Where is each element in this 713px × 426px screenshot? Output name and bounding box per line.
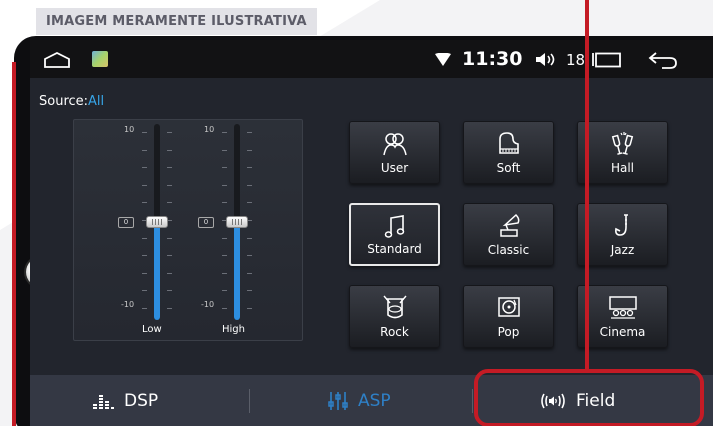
record-icon: [497, 297, 520, 317]
eq-tick: [247, 184, 252, 186]
preset-label: Cinema: [599, 325, 646, 339]
eq-tick: [222, 308, 227, 309]
tab-divider: [249, 389, 250, 413]
eq-tick: [222, 132, 227, 133]
preset-label: Rock: [380, 325, 409, 339]
field-tab-highlight: [474, 369, 704, 426]
gramophone-icon: [499, 213, 519, 237]
back-icon[interactable]: [648, 51, 678, 69]
recent-apps-icon[interactable]: [592, 52, 622, 68]
preset-soft[interactable]: Soft: [463, 121, 554, 184]
eq-min-label: -10: [201, 300, 215, 309]
eq-tick: [142, 290, 147, 292]
preset-rock[interactable]: Rock: [349, 285, 440, 348]
wifi-icon: [435, 53, 451, 66]
eq-tick: [222, 272, 227, 274]
eq-slider-high[interactable]: 10 -10 0 High: [154, 120, 254, 340]
preset-user[interactable]: User: [349, 121, 440, 184]
drum-icon: [382, 295, 407, 319]
preset-label: Pop: [497, 325, 520, 339]
callout-line: [585, 0, 589, 370]
source-label: Source:: [39, 94, 89, 109]
eq-tick: [247, 272, 252, 274]
eq-tick: [247, 290, 252, 292]
tab-dsp-label: DSP: [124, 390, 159, 411]
eq-tick: [142, 132, 147, 133]
preset-label: User: [380, 161, 409, 175]
status-bar: 11:30 18: [30, 40, 713, 78]
source-value[interactable]: All: [88, 94, 104, 109]
illustrative-image-notice: IMAGEM MERAMENTE ILUSTRATIVA: [36, 8, 317, 35]
preset-label: Classic: [487, 243, 530, 257]
eq-tick: [222, 255, 227, 257]
app-shortcut-icon[interactable]: [92, 51, 108, 67]
preset-label: Standard: [367, 242, 422, 256]
preset-standard[interactable]: Standard: [349, 203, 440, 266]
equalizer-bars-icon: [93, 394, 114, 409]
eq-tick: [142, 149, 147, 151]
preset-label: Hall: [610, 161, 635, 175]
music-note-icon: [384, 215, 404, 238]
piano-icon: [498, 132, 519, 154]
mixer-sliders-icon: [328, 391, 348, 410]
eq-tick: [247, 308, 252, 309]
eq-tick: [222, 290, 227, 292]
preset-jazz[interactable]: Jazz: [577, 203, 668, 266]
eq-tick: [247, 237, 252, 239]
eq-tick: [222, 149, 227, 151]
preset-pop[interactable]: Pop: [463, 285, 554, 348]
speaker-icon[interactable]: [535, 52, 561, 67]
eq-tick: [222, 184, 227, 186]
source-indicator: Source:All: [39, 94, 104, 109]
eq-value: 0: [118, 217, 134, 228]
eq-tick: [142, 184, 147, 186]
eq-tick: [247, 255, 252, 257]
eq-tick: [222, 167, 227, 169]
tab-asp[interactable]: ASP: [328, 375, 391, 426]
eq-tick: [142, 272, 147, 274]
eq-tick: [222, 237, 227, 239]
preset-hall[interactable]: Hall: [577, 121, 668, 184]
equalizer-panel: 10 -10 0 Low 10 -10 0 High: [73, 119, 303, 341]
eq-max-label: 10: [124, 125, 135, 134]
preset-classic[interactable]: Classic: [463, 203, 554, 266]
cheers-icon: [611, 132, 633, 155]
saxophone-icon: [614, 214, 628, 236]
users-icon: [382, 133, 407, 156]
eq-max-label: 10: [204, 125, 215, 134]
eq-tick: [247, 149, 252, 151]
preset-label: Soft: [496, 161, 521, 175]
tab-asp-label: ASP: [358, 390, 391, 411]
eq-slider-thumb[interactable]: [226, 216, 248, 228]
eq-level-fill: [234, 222, 240, 320]
eq-tick: [222, 202, 227, 204]
callout-line-left: [12, 62, 16, 426]
eq-tick: [142, 255, 147, 257]
preset-cinema[interactable]: Cinema: [577, 285, 668, 348]
preset-label: Jazz: [610, 243, 635, 257]
eq-tick: [142, 202, 147, 204]
tab-dsp[interactable]: DSP: [92, 375, 158, 426]
eq-tick: [142, 167, 147, 169]
eq-value: 0: [198, 217, 214, 228]
clock: 11:30: [462, 48, 523, 70]
eq-tick: [247, 132, 252, 133]
eq-tick: [142, 237, 147, 239]
eq-min-label: -10: [121, 300, 135, 309]
tab-divider: [472, 389, 473, 413]
eq-tick: [142, 308, 147, 309]
cinema-icon: [608, 296, 637, 319]
home-icon[interactable]: [44, 52, 70, 68]
volume-level: 18: [566, 51, 586, 69]
eq-tick: [247, 167, 252, 169]
eq-tick: [247, 202, 252, 204]
eq-band-label: High: [222, 324, 245, 335]
